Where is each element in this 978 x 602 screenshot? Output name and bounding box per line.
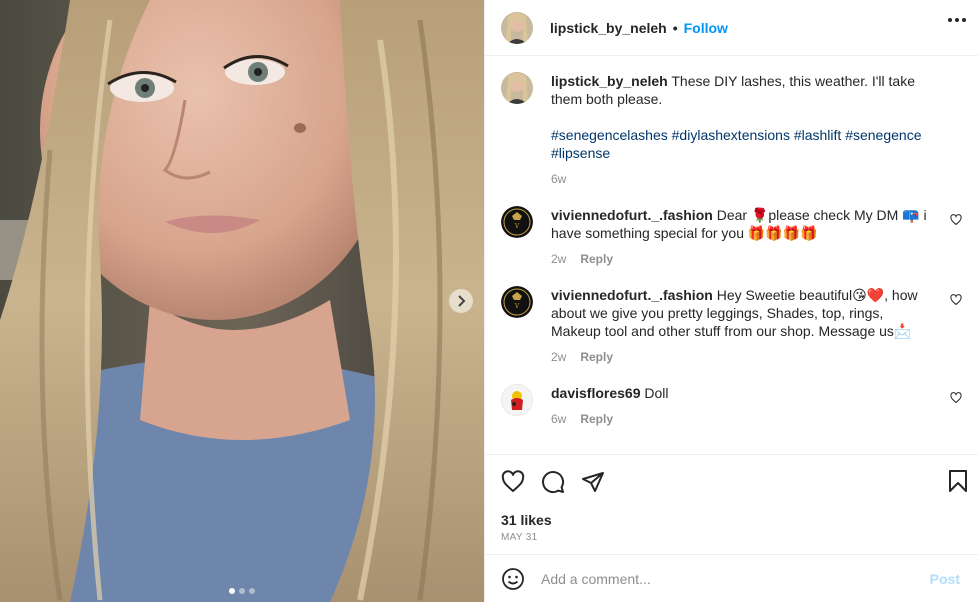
comment-age: 6w <box>551 412 567 426</box>
post-actions: 31 likes MAY 31 <box>485 454 978 554</box>
post-photo[interactable] <box>0 0 484 602</box>
reply-button[interactable]: Reply <box>580 348 613 366</box>
comment-text: Doll <box>644 385 669 401</box>
comment-row: davisflores69 Doll 6w Reply <box>501 384 962 428</box>
more-horizontal-icon[interactable] <box>948 18 966 22</box>
next-photo-button[interactable] <box>449 289 473 313</box>
post-side-panel: lipstick_by_neleh • Follow lipstick_by_n… <box>484 0 978 602</box>
commenter-avatar[interactable]: V <box>501 286 533 318</box>
heart-icon[interactable] <box>501 470 525 494</box>
comment-username[interactable]: viviennedofurt._.fashion <box>551 207 713 223</box>
author-avatar[interactable] <box>501 72 533 104</box>
bookmark-icon[interactable] <box>948 469 968 493</box>
comments-list[interactable]: lipstick_by_neleh These DIY lashes, this… <box>485 56 978 454</box>
caption-username[interactable]: lipstick_by_neleh <box>551 73 668 89</box>
reply-button[interactable]: Reply <box>580 250 613 268</box>
comment-age: 2w <box>551 252 567 266</box>
comment-row: V viviennedofurt._.fashion Dear 🌹please … <box>501 206 962 268</box>
commenter-avatar[interactable]: V <box>501 206 533 238</box>
chevron-right-icon <box>458 295 466 307</box>
post-date: MAY 31 <box>501 532 538 543</box>
comment-username[interactable]: viviennedofurt._.fashion <box>551 287 713 303</box>
post-modal: lipstick_by_neleh • Follow lipstick_by_n… <box>0 0 978 602</box>
post-header: lipstick_by_neleh • Follow <box>485 0 978 56</box>
caption-hashtags[interactable]: #senegencelashes #diylashextensions #las… <box>551 126 928 162</box>
comment-input[interactable]: Add a comment... <box>541 571 930 587</box>
likes-count[interactable]: 31 likes <box>501 512 962 528</box>
author-avatar[interactable] <box>501 11 533 44</box>
post-comment-button[interactable]: Post <box>930 571 960 587</box>
carousel-dot <box>229 588 235 594</box>
header-separator: • <box>672 19 678 36</box>
reply-button[interactable]: Reply <box>580 410 613 428</box>
heart-icon[interactable] <box>950 214 962 226</box>
comment-bubble-icon[interactable] <box>541 470 565 494</box>
author-username[interactable]: lipstick_by_neleh <box>550 20 667 36</box>
caption-age: 6w <box>551 172 567 186</box>
selfie-image <box>0 0 484 602</box>
heart-icon[interactable] <box>950 294 962 306</box>
svg-text:V: V <box>514 223 520 230</box>
commenter-avatar[interactable] <box>501 384 533 416</box>
svg-text:V: V <box>514 303 520 310</box>
paper-plane-icon[interactable] <box>581 470 605 494</box>
carousel-indicators <box>0 588 484 594</box>
carousel-dot <box>249 588 255 594</box>
comment-age: 2w <box>551 350 567 364</box>
carousel-dot <box>239 588 245 594</box>
heart-icon[interactable] <box>950 392 962 404</box>
comment-row: V viviennedofurt._.fashion Hey Sweetie b… <box>501 286 962 366</box>
comment-composer: Add a comment... Post <box>485 554 978 602</box>
caption-row: lipstick_by_neleh These DIY lashes, this… <box>501 72 962 188</box>
comment-username[interactable]: davisflores69 <box>551 385 641 401</box>
follow-button[interactable]: Follow <box>684 20 728 36</box>
emoji-smiley-icon[interactable] <box>501 567 525 591</box>
